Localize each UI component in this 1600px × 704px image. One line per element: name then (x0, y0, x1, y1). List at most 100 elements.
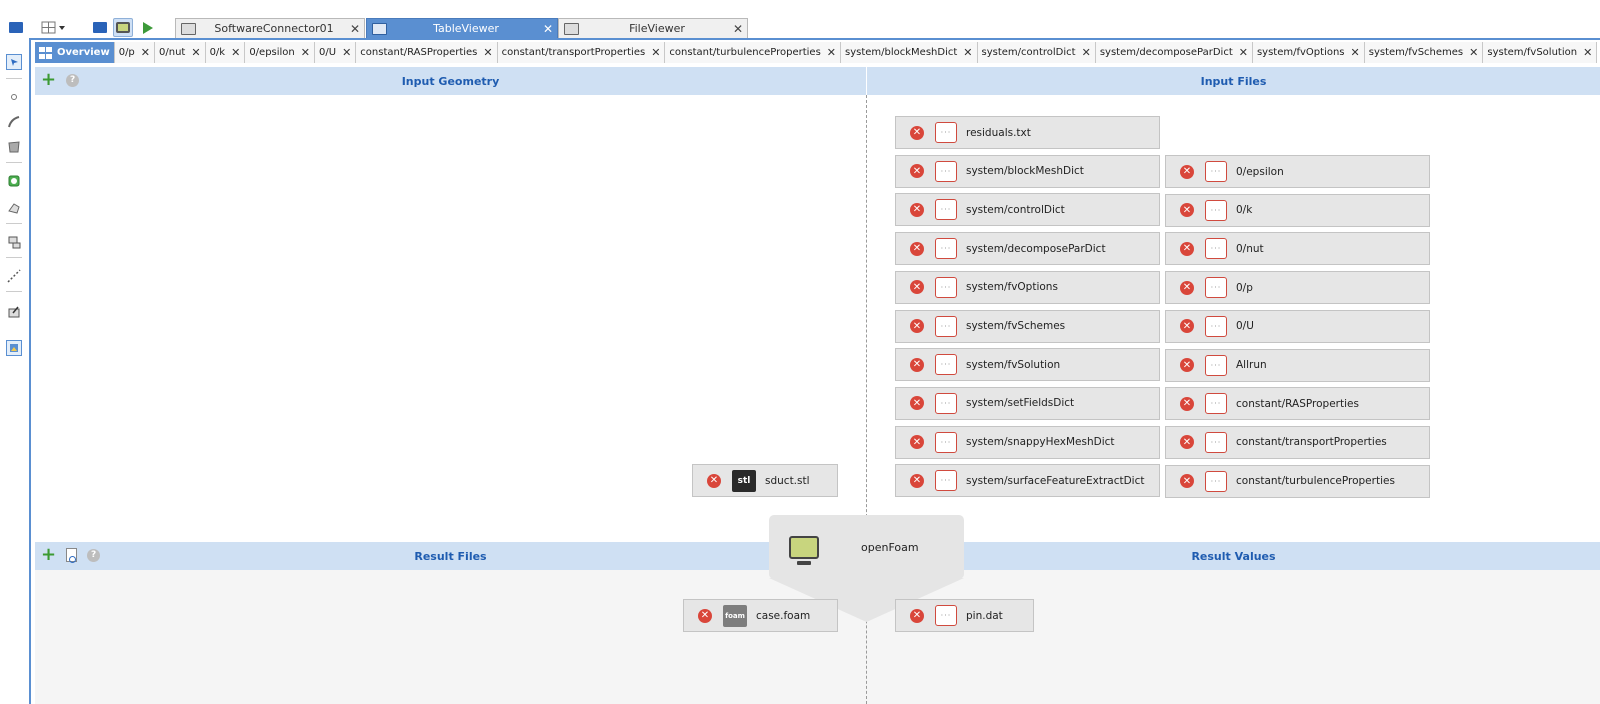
input-file-card[interactable]: ✕ ··· constant/RASProperties (1165, 387, 1430, 421)
select-tool-icon[interactable] (6, 54, 22, 70)
close-icon[interactable]: ✕ (483, 46, 492, 59)
window-tab-fileviewer[interactable]: FileViewer ✕ (558, 18, 748, 38)
close-icon[interactable]: ✕ (231, 46, 240, 59)
remove-icon[interactable]: ✕ (910, 125, 924, 140)
remove-icon[interactable]: ✕ (910, 608, 924, 623)
more-options-icon[interactable]: ··· (1205, 277, 1227, 299)
input-file-card[interactable]: ✕ ··· 0/epsilon (1165, 155, 1430, 188)
open-project-button[interactable] (90, 18, 110, 37)
remove-icon[interactable]: ✕ (1180, 435, 1194, 450)
tab-ras-properties[interactable]: constant/RASProperties ✕ (356, 42, 498, 63)
window-tab-softwareconnector[interactable]: SoftwareConnector01 ✕ (175, 18, 365, 38)
input-file-card[interactable]: ✕ ··· system/surfaceFeatureExtractDict (895, 464, 1160, 498)
close-icon[interactable]: ✕ (301, 46, 310, 59)
close-icon[interactable]: ✕ (1082, 46, 1091, 59)
graph-tool-icon[interactable] (6, 234, 22, 250)
tab-blockmeshdict[interactable]: system/blockMeshDict ✕ (841, 42, 978, 63)
remove-icon[interactable]: ✕ (910, 280, 924, 295)
input-file-card[interactable]: ✕ ··· system/fvSolution (895, 348, 1160, 382)
remove-icon[interactable]: ✕ (910, 241, 924, 256)
more-options-icon[interactable]: ··· (1205, 393, 1227, 415)
remove-icon[interactable]: ✕ (910, 435, 924, 450)
remove-icon[interactable]: ✕ (910, 202, 924, 217)
close-icon[interactable]: ✕ (827, 46, 836, 59)
tab-overview[interactable]: Overview (35, 42, 115, 63)
tab-fvsolution[interactable]: system/fvSolution ✕ (1483, 42, 1598, 63)
tab-controldict[interactable]: system/controlDict ✕ (977, 42, 1096, 63)
tab-fvschemes[interactable]: system/fvSchemes ✕ (1364, 42, 1484, 63)
remove-icon[interactable]: ✕ (1180, 319, 1194, 334)
close-icon[interactable]: ✕ (1351, 46, 1360, 59)
more-options-icon[interactable]: ··· (935, 392, 957, 414)
close-icon[interactable]: ✕ (729, 22, 747, 36)
more-options-icon[interactable]: ··· (935, 354, 957, 376)
input-file-card[interactable]: ✕ ··· 0/U (1165, 309, 1430, 343)
remove-icon[interactable]: ✕ (910, 164, 924, 179)
input-file-card[interactable]: ✕ ··· 0/p (1165, 271, 1430, 305)
input-file-card[interactable]: ✕ ··· residuals.txt (895, 116, 1160, 149)
edit-tool-icon[interactable] (6, 304, 22, 320)
remove-icon[interactable]: ✕ (1180, 358, 1194, 372)
add-icon[interactable]: + (41, 71, 56, 89)
remove-icon[interactable]: ✕ (910, 357, 924, 372)
remove-icon[interactable]: ✕ (1180, 474, 1194, 489)
remove-icon[interactable]: ✕ (1180, 280, 1194, 295)
remove-icon[interactable]: ✕ (910, 473, 924, 488)
help-icon[interactable]: ? (66, 73, 80, 87)
close-icon[interactable]: ✕ (342, 46, 351, 59)
close-icon[interactable]: ✕ (539, 22, 557, 36)
run-button[interactable] (138, 18, 158, 37)
tab-0-u[interactable]: 0/U ✕ (315, 42, 357, 63)
input-file-card[interactable]: ✕ ··· 0/nut (1165, 232, 1430, 266)
remove-icon[interactable]: ✕ (1180, 396, 1194, 411)
remove-icon[interactable]: ✕ (698, 608, 712, 623)
more-options-icon[interactable]: ··· (1205, 199, 1227, 221)
more-options-icon[interactable]: ··· (1205, 470, 1227, 492)
more-options-icon[interactable]: ··· (1205, 354, 1227, 376)
input-file-card[interactable]: ✕ ··· Allrun (1165, 348, 1430, 382)
input-file-card[interactable]: ✕ ··· system/blockMeshDict (895, 154, 1160, 188)
tab-turbulence-properties[interactable]: constant/turbulenceProperties ✕ (665, 42, 841, 63)
close-icon[interactable]: ✕ (141, 46, 150, 59)
remove-icon[interactable]: ✕ (910, 396, 924, 411)
close-icon[interactable]: ✕ (963, 46, 972, 59)
tab-0-k[interactable]: 0/k ✕ (205, 42, 246, 63)
help-icon[interactable]: ? (87, 548, 101, 562)
close-icon[interactable]: ✕ (346, 22, 364, 36)
input-file-card[interactable]: ✕ ··· system/controlDict (895, 193, 1160, 227)
connector-view-button[interactable] (113, 18, 133, 37)
more-options-icon[interactable]: ··· (935, 315, 957, 337)
surface-tool-icon[interactable] (6, 139, 22, 155)
more-options-icon[interactable]: ··· (935, 238, 957, 260)
close-icon[interactable]: ✕ (1469, 46, 1478, 59)
input-file-card[interactable]: ✕ ··· system/snappyHexMeshDict (895, 425, 1160, 459)
close-icon[interactable]: ✕ (1583, 46, 1592, 59)
tab-0-epsilon[interactable]: 0/epsilon ✕ (245, 42, 315, 63)
tab-0-nut[interactable]: 0/nut ✕ (155, 42, 206, 63)
more-options-icon[interactable]: ··· (1205, 431, 1227, 453)
window-tab-tableviewer[interactable]: TableViewer ✕ (366, 18, 558, 38)
remove-icon[interactable]: ✕ (1180, 164, 1194, 179)
point-tool-icon[interactable] (6, 89, 22, 105)
more-options-icon[interactable]: ··· (1205, 238, 1227, 260)
remove-icon[interactable]: ✕ (707, 473, 721, 488)
more-options-icon[interactable]: ··· (1205, 161, 1227, 182)
remove-icon[interactable]: ✕ (910, 319, 924, 333)
input-file-card[interactable]: ✕ ··· constant/turbulenceProperties (1165, 464, 1430, 498)
app-menu-icon[interactable] (6, 18, 26, 37)
close-icon[interactable]: ✕ (191, 46, 200, 59)
more-options-icon[interactable]: ··· (935, 276, 957, 298)
input-file-card[interactable]: ✕ ··· 0/k (1165, 193, 1430, 227)
more-options-icon[interactable]: ··· (935, 199, 957, 221)
more-options-icon[interactable]: ··· (935, 122, 957, 143)
points-line-tool-icon[interactable] (6, 268, 22, 284)
openfoam-node[interactable]: openFoam (769, 515, 964, 579)
more-options-icon[interactable]: ··· (935, 605, 957, 626)
image-tool-icon[interactable] (6, 340, 22, 356)
input-file-card[interactable]: ✕ ··· system/fvOptions (895, 270, 1160, 304)
tab-decomposepardict[interactable]: system/decomposeParDict ✕ (1095, 42, 1253, 63)
close-icon[interactable]: ✕ (1239, 46, 1248, 59)
tab-fvoptions[interactable]: system/fvOptions ✕ (1252, 42, 1365, 63)
input-file-card[interactable]: ✕ ··· constant/transportProperties (1165, 425, 1430, 459)
more-options-icon[interactable]: ··· (935, 470, 957, 492)
